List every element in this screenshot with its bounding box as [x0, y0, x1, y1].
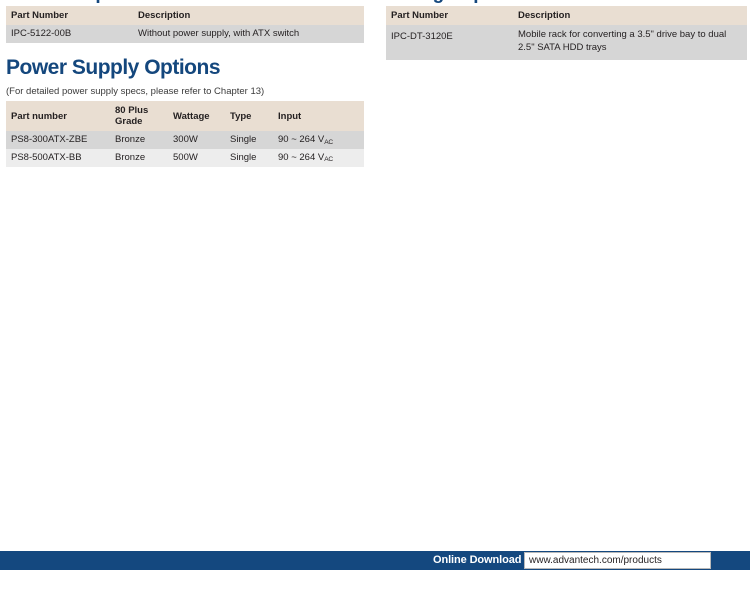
cell-input-subscript: AC [324, 138, 333, 146]
cell-wattage: 300W [168, 131, 225, 149]
cell-type: Single [225, 148, 273, 167]
table-row: PS8-300ATX-ZBE Bronze 300W Single 90 ~ 2… [6, 131, 364, 149]
table-row: PS8-500ATX-BB Bronze 500W Single 90 ~ 26… [6, 148, 364, 167]
cell-part-number: IPC-DT-3120E [386, 25, 513, 60]
table-row: IPC-DT-3120E Mobile rack for converting … [386, 25, 747, 60]
column-header-description: Description [513, 6, 747, 26]
column-header-wattage: Wattage [168, 101, 225, 132]
cell-input-value: 90 ~ 264 V [278, 151, 325, 163]
online-download-label: Online Download [433, 554, 522, 566]
column-header-input: Input [273, 101, 364, 132]
table-header-row: Part Number Description [386, 6, 747, 26]
column-header-part-number: Part Number [6, 6, 133, 26]
cell-input-subscript: AC [324, 156, 333, 164]
storage-options-table: Part Number Description IPC-DT-3120E Mob… [386, 6, 747, 60]
chassis-options-table: Part Number Description IPC-5122-00B Wit… [6, 6, 364, 43]
page-title: Power Supply Options [6, 56, 221, 79]
section-note: (For detailed power supply specs, please… [6, 86, 265, 97]
table-header-row: Part number 80 Plus Grade Wattage Type I… [6, 101, 364, 132]
cell-part-number: PS8-500ATX-BB [6, 148, 110, 167]
online-download-url[interactable]: www.advantech.com/products [529, 555, 662, 566]
cell-input: 90 ~ 264 VAC [273, 131, 364, 149]
cut-heading-right-text: Storage Options [386, 0, 586, 4]
column-header-description: Description [133, 6, 364, 26]
cell-part-number: PS8-300ATX-ZBE [6, 131, 110, 149]
cell-wattage: 500W [168, 148, 225, 167]
cell-80-plus-grade: Bronze [110, 131, 168, 149]
column-header-part-number: Part Number [386, 6, 513, 26]
table-row: IPC-5122-00B Without power supply, with … [6, 25, 364, 43]
cell-80-plus-grade: Bronze [110, 148, 168, 167]
cell-description: Without power supply, with ATX switch [133, 25, 364, 43]
column-header-type: Type [225, 101, 273, 132]
cut-heading-left: Chassis Options [6, 0, 206, 4]
cell-type: Single [225, 131, 273, 149]
power-supply-options-table: Part number 80 Plus Grade Wattage Type I… [6, 101, 364, 167]
column-header-part-number: Part number [6, 101, 110, 132]
column-header-80-plus-grade: 80 Plus Grade [110, 101, 168, 132]
table-header-row: Part Number Description [6, 6, 364, 26]
cell-input-value: 90 ~ 264 V [278, 134, 325, 146]
cell-input: 90 ~ 264 VAC [273, 148, 364, 167]
cell-part-number: IPC-5122-00B [6, 25, 133, 43]
cut-heading-right: Storage Options [386, 0, 586, 4]
cut-heading-left-text: Chassis Options [6, 0, 206, 4]
cell-description: Mobile rack for converting a 3.5" drive … [513, 25, 747, 60]
